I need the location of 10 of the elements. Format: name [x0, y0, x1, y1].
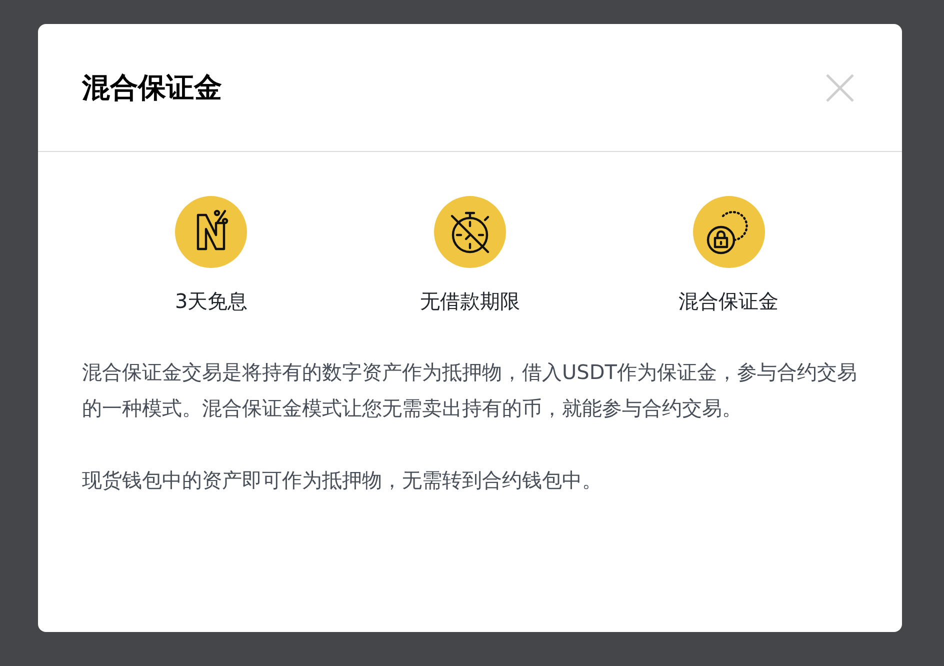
feature-label: 混合保证金	[678, 288, 779, 315]
feature-label: 3天免息	[174, 288, 248, 315]
crossed-stopwatch-icon	[434, 196, 506, 268]
letter-percent-icon	[175, 196, 248, 268]
feature-label: 无借款期限	[420, 288, 520, 315]
dialog-title: 混合保证金	[82, 70, 222, 106]
description-paragraph: 混合保证金交易是将持有的数字资产作为抵押物，借入USDT作为保证金，参与合约交易的一种模式。混合保证金模式让您无需卖出持有的币，就能参与合约交易。	[82, 359, 858, 422]
close-icon	[825, 72, 855, 102]
padlock-icon	[692, 196, 765, 268]
description-paragraph: 现货钱包中的资产即可作为抵押物，无需转到合约钱包中。	[82, 467, 603, 494]
